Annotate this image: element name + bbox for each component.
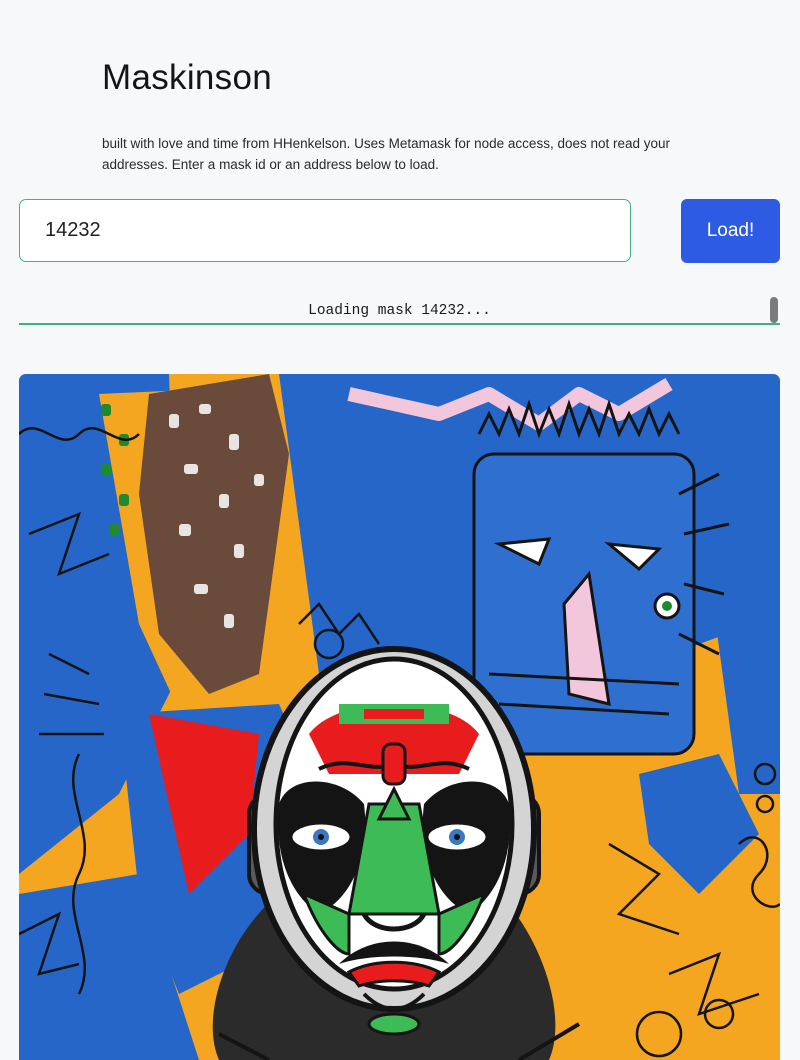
status-bar: Loading mask 14232...	[19, 294, 780, 325]
load-button[interactable]: Load!	[681, 199, 780, 263]
mask-artwork-image	[19, 374, 780, 1060]
mask-artwork	[19, 374, 780, 1060]
status-text: Loading mask 14232...	[308, 303, 491, 319]
page-description: built with love and time from HHenkelson…	[102, 136, 671, 172]
mask-id-input[interactable]	[19, 199, 631, 262]
page-title: Maskinson	[102, 58, 272, 97]
status-scrollbar[interactable]	[770, 297, 778, 323]
